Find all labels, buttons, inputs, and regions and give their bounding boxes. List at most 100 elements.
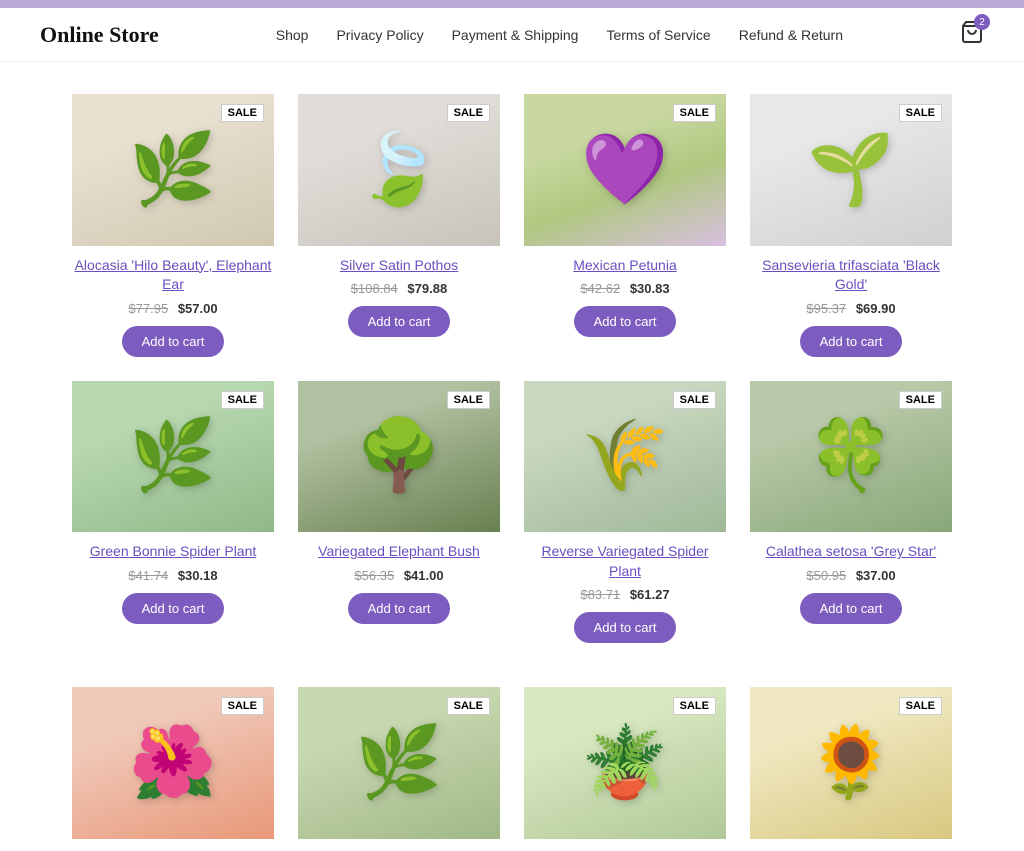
old-price-8: $50.95 (806, 568, 846, 583)
sale-badge-b4: SALE (899, 697, 942, 715)
price-wrap-7: $83.71 $61.27 (524, 587, 726, 602)
product-image-bottom-3: 🪴 SALE (524, 687, 726, 839)
product-image-8: 🍀 SALE (750, 381, 952, 533)
add-to-cart-btn-1[interactable]: Add to cart (122, 326, 225, 357)
price-wrap-3: $42.62 $30.83 (524, 281, 726, 296)
new-price-3: $30.83 (630, 281, 670, 296)
product-card-8: 🍀 SALE Calathea setosa 'Grey Star' $50.9… (738, 369, 964, 656)
plant-emoji-4: 🌱 (807, 129, 894, 211)
product-grid: 🌿 SALE Alocasia 'Hilo Beauty', Elephant … (0, 62, 1024, 675)
product-card-3: 💜 SALE Mexican Petunia $42.62 $30.83 Add… (512, 82, 738, 369)
price-wrap-4: $95.37 $69.90 (750, 301, 952, 316)
nav-payment-shipping[interactable]: Payment & Shipping (452, 27, 579, 43)
product-name-6[interactable]: Variegated Elephant Bush (298, 542, 500, 562)
plant-emoji-7: 🌾 (581, 415, 668, 497)
new-price-8: $37.00 (856, 568, 896, 583)
plant-emoji-2: 🍃 (355, 129, 442, 211)
nav-privacy[interactable]: Privacy Policy (336, 27, 423, 43)
product-image-bottom-4: 🌻 SALE (750, 687, 952, 839)
product-name-2[interactable]: Silver Satin Pothos (298, 256, 500, 276)
product-image-bottom-1: 🌺 SALE (72, 687, 274, 839)
product-grid-bottom: 🌺 SALE 🌿 SALE 🪴 SALE 🌻 SALE (0, 675, 1024, 851)
old-price-5: $41.74 (128, 568, 168, 583)
price-wrap-1: $77.95 $57.00 (72, 301, 274, 316)
sale-badge-8: SALE (899, 391, 942, 409)
product-name-4[interactable]: Sansevieria trifasciata 'Black Gold' (750, 256, 952, 295)
old-price-1: $77.95 (128, 301, 168, 316)
new-price-2: $79.88 (407, 281, 447, 296)
plant-emoji-8: 🍀 (807, 415, 894, 497)
product-name-7[interactable]: Reverse Variegated Spider Plant (524, 542, 726, 581)
product-card-bottom-2: 🌿 SALE (286, 675, 512, 851)
product-card-7: 🌾 SALE Reverse Variegated Spider Plant $… (512, 369, 738, 656)
product-card-1: 🌿 SALE Alocasia 'Hilo Beauty', Elephant … (60, 82, 286, 369)
add-to-cart-btn-7[interactable]: Add to cart (574, 612, 677, 643)
price-wrap-8: $50.95 $37.00 (750, 568, 952, 583)
top-bar (0, 0, 1024, 8)
price-wrap-6: $56.35 $41.00 (298, 568, 500, 583)
add-to-cart-btn-6[interactable]: Add to cart (348, 593, 451, 624)
product-card-4: 🌱 SALE Sansevieria trifasciata 'Black Go… (738, 82, 964, 369)
product-image-1: 🌿 SALE (72, 94, 274, 246)
sale-badge-7: SALE (673, 391, 716, 409)
old-price-7: $83.71 (580, 587, 620, 602)
product-image-7: 🌾 SALE (524, 381, 726, 533)
product-image-bottom-2: 🌿 SALE (298, 687, 500, 839)
plant-emoji-1: 🌿 (129, 129, 216, 211)
nav-refund[interactable]: Refund & Return (739, 27, 843, 43)
plant-emoji-b4: 🌻 (807, 722, 894, 804)
sale-badge-2: SALE (447, 104, 490, 122)
add-to-cart-btn-2[interactable]: Add to cart (348, 306, 451, 337)
product-card-2: 🍃 SALE Silver Satin Pothos $108.84 $79.8… (286, 82, 512, 369)
old-price-6: $56.35 (354, 568, 394, 583)
plant-emoji-b2: 🌿 (355, 722, 442, 804)
sale-badge-3: SALE (673, 104, 716, 122)
cart-icon-wrap[interactable]: 2 (960, 20, 984, 49)
product-card-bottom-1: 🌺 SALE (60, 675, 286, 851)
old-price-3: $42.62 (580, 281, 620, 296)
header: Online Store Shop Privacy Policy Payment… (0, 8, 1024, 62)
price-wrap-5: $41.74 $30.18 (72, 568, 274, 583)
nav-shop[interactable]: Shop (276, 27, 309, 43)
new-price-5: $30.18 (178, 568, 218, 583)
old-price-2: $108.84 (351, 281, 398, 296)
product-name-5[interactable]: Green Bonnie Spider Plant (72, 542, 274, 562)
sale-badge-1: SALE (221, 104, 264, 122)
nav-terms[interactable]: Terms of Service (606, 27, 710, 43)
add-to-cart-btn-4[interactable]: Add to cart (800, 326, 903, 357)
new-price-6: $41.00 (404, 568, 444, 583)
plant-emoji-5: 🌿 (129, 415, 216, 497)
main-content: 🌿 SALE Alocasia 'Hilo Beauty', Elephant … (0, 62, 1024, 851)
new-price-4: $69.90 (856, 301, 896, 316)
product-card-5: 🌿 SALE Green Bonnie Spider Plant $41.74 … (60, 369, 286, 656)
add-to-cart-btn-5[interactable]: Add to cart (122, 593, 225, 624)
product-name-3[interactable]: Mexican Petunia (524, 256, 726, 276)
product-image-6: 🌳 SALE (298, 381, 500, 533)
price-wrap-2: $108.84 $79.88 (298, 281, 500, 296)
plant-emoji-b3: 🪴 (581, 722, 668, 804)
plant-emoji-6: 🌳 (355, 415, 442, 497)
sale-badge-6: SALE (447, 391, 490, 409)
product-image-3: 💜 SALE (524, 94, 726, 246)
product-image-5: 🌿 SALE (72, 381, 274, 533)
new-price-7: $61.27 (630, 587, 670, 602)
product-name-1[interactable]: Alocasia 'Hilo Beauty', Elephant Ear (72, 256, 274, 295)
cart-badge: 2 (974, 14, 990, 30)
sale-badge-4: SALE (899, 104, 942, 122)
old-price-4: $95.37 (806, 301, 846, 316)
product-card-bottom-3: 🪴 SALE (512, 675, 738, 851)
product-image-2: 🍃 SALE (298, 94, 500, 246)
product-card-6: 🌳 SALE Variegated Elephant Bush $56.35 $… (286, 369, 512, 656)
add-to-cart-btn-3[interactable]: Add to cart (574, 306, 677, 337)
product-image-4: 🌱 SALE (750, 94, 952, 246)
sale-badge-b2: SALE (447, 697, 490, 715)
plant-emoji-b1: 🌺 (129, 722, 216, 804)
sale-badge-b3: SALE (673, 697, 716, 715)
new-price-1: $57.00 (178, 301, 218, 316)
product-name-8[interactable]: Calathea setosa 'Grey Star' (750, 542, 952, 562)
sale-badge-5: SALE (221, 391, 264, 409)
sale-badge-b1: SALE (221, 697, 264, 715)
main-nav: Shop Privacy Policy Payment & Shipping T… (276, 27, 843, 43)
site-logo: Online Store (40, 22, 159, 48)
add-to-cart-btn-8[interactable]: Add to cart (800, 593, 903, 624)
